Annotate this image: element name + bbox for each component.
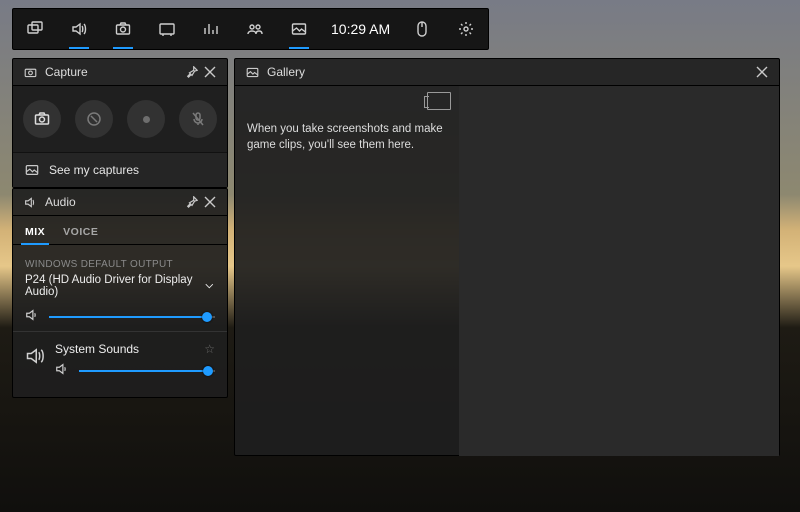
resources-button[interactable]	[189, 9, 233, 49]
close-icon[interactable]	[201, 63, 219, 81]
capture-icon	[21, 63, 39, 81]
audio-title: Audio	[45, 195, 76, 209]
settings-button[interactable]	[444, 9, 488, 49]
gallery-body: When you take screenshots and make game …	[235, 86, 779, 456]
game-bar-toolbar: 10:29 AM	[12, 8, 489, 50]
screenshot-button[interactable]	[23, 100, 61, 138]
xbox-social-button[interactable]	[233, 9, 277, 49]
pin-icon[interactable]	[183, 193, 201, 211]
output-device-dropdown[interactable]: P24 (HD Audio Driver for Display Audio)	[25, 274, 215, 298]
audio-body: WINDOWS DEFAULT OUTPUT P24 (HD Audio Dri…	[13, 245, 227, 397]
gallery-title: Gallery	[267, 65, 305, 79]
capture-body	[13, 86, 227, 152]
gallery-list: When you take screenshots and make game …	[235, 86, 459, 456]
favorite-icon[interactable]: ☆	[204, 342, 215, 356]
audio-button[interactable]	[57, 9, 101, 49]
speaker-icon	[25, 342, 45, 385]
gallery-header: Gallery	[235, 59, 779, 86]
tab-mix[interactable]: MIX	[23, 222, 47, 244]
audio-header: Audio	[13, 189, 227, 216]
pin-icon[interactable]	[183, 63, 201, 81]
gallery-icon	[243, 63, 261, 81]
see-captures-button[interactable]: See my captures	[13, 152, 227, 187]
system-volume-slider[interactable]	[79, 364, 215, 378]
see-captures-label: See my captures	[49, 163, 139, 177]
gallery-preview	[459, 86, 779, 456]
capture-title: Capture	[45, 65, 88, 79]
capture-header: Capture	[13, 59, 227, 86]
close-icon[interactable]	[753, 63, 771, 81]
record-button[interactable]	[127, 100, 165, 138]
close-icon[interactable]	[201, 193, 219, 211]
audio-panel: Audio MIX VOICE WINDOWS DEFAULT OUTPUT P…	[12, 188, 228, 398]
gallery-link-icon	[23, 161, 41, 179]
system-sounds-section: System Sounds ☆	[13, 331, 227, 385]
clock: 10:29 AM	[321, 21, 400, 37]
chevron-down-icon	[204, 280, 215, 292]
record-dot-icon	[143, 116, 150, 123]
thumbnail-placeholder-icon	[427, 92, 451, 110]
output-label: WINDOWS DEFAULT OUTPUT	[25, 259, 215, 270]
performance-button[interactable]	[145, 9, 189, 49]
system-volume-row	[55, 362, 215, 379]
master-volume-slider[interactable]	[49, 310, 215, 324]
audio-icon	[21, 193, 39, 211]
record-last-button[interactable]	[75, 100, 113, 138]
mic-toggle-button[interactable]	[179, 100, 217, 138]
gallery-button[interactable]	[277, 9, 321, 49]
system-sounds-label: System Sounds	[55, 342, 139, 356]
volume-icon[interactable]	[55, 362, 71, 379]
tab-voice[interactable]: VOICE	[61, 222, 100, 244]
audio-tabs: MIX VOICE	[13, 216, 227, 245]
output-device-name: P24 (HD Audio Driver for Display Audio)	[25, 274, 204, 298]
capture-panel: Capture See my captures	[12, 58, 228, 188]
mouse-button[interactable]	[400, 9, 444, 49]
widgets-button[interactable]	[13, 9, 57, 49]
gallery-empty-message: When you take screenshots and make game …	[247, 122, 447, 153]
volume-icon[interactable]	[25, 308, 41, 325]
master-volume-row	[25, 308, 215, 325]
capture-button[interactable]	[101, 9, 145, 49]
gallery-panel: Gallery When you take screenshots and ma…	[234, 58, 780, 456]
